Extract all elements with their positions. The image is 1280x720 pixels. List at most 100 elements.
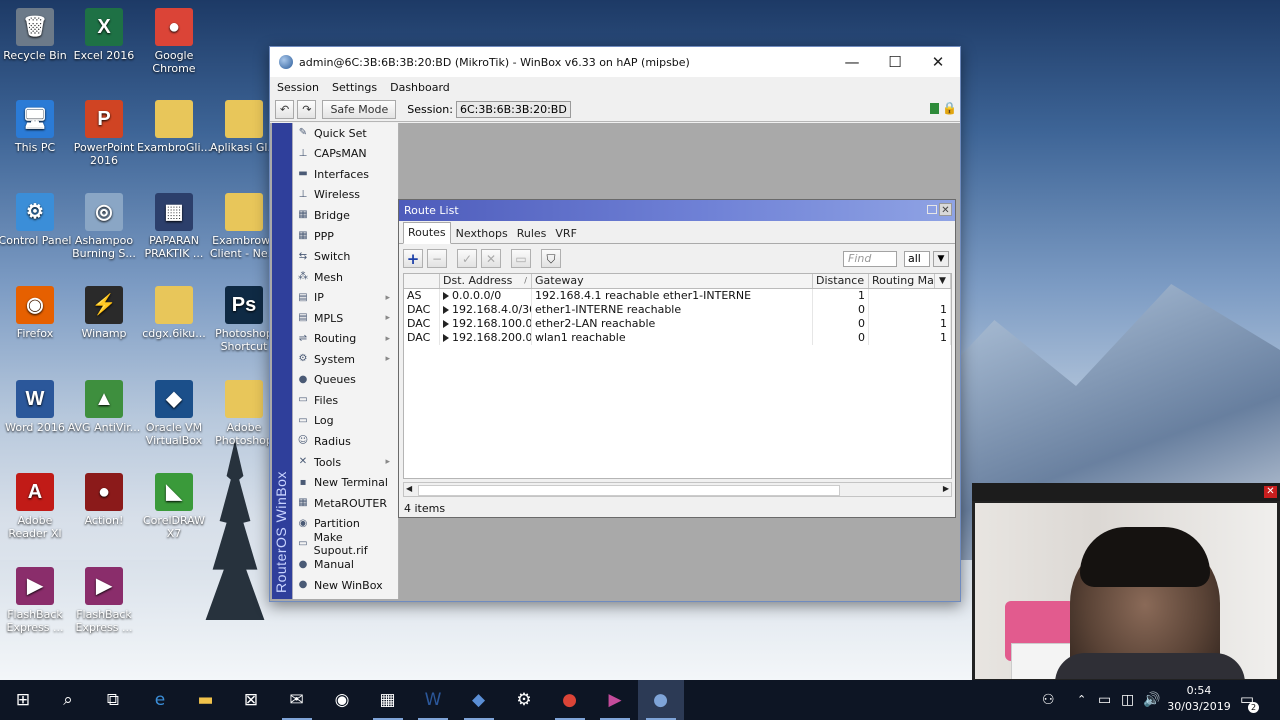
chrome-taskbar-icon[interactable]: ● bbox=[547, 680, 593, 720]
sidebar-item[interactable]: ✎ Quick Set bbox=[293, 123, 398, 144]
safe-mode-button[interactable]: Safe Mode bbox=[322, 99, 397, 119]
desktop-icon[interactable]: ◉ Firefox bbox=[0, 286, 73, 340]
sidebar-item[interactable]: ▭ Log bbox=[293, 411, 398, 432]
columns-menu-icon[interactable]: ▼ bbox=[935, 274, 951, 288]
desktop-icon[interactable]: ⚙ Control Panel bbox=[0, 193, 73, 247]
people-icon[interactable]: ⚇ bbox=[1042, 680, 1055, 720]
scrollbar-thumb[interactable] bbox=[418, 485, 840, 496]
desktop-icon[interactable]: cdgx.6iku... bbox=[136, 286, 212, 340]
chevron-up-icon[interactable]: ⌃ bbox=[1077, 680, 1086, 720]
sidebar-item[interactable]: ● Manual bbox=[293, 554, 398, 575]
sidebar-item[interactable]: ⚙ System ▸ bbox=[293, 349, 398, 370]
sidebar-item[interactable]: ▦ PPP bbox=[293, 226, 398, 247]
sidebar-item[interactable]: ⊥ Wireless bbox=[293, 185, 398, 206]
desktop-icon[interactable]: X Excel 2016 bbox=[66, 8, 142, 62]
sidebar-item[interactable]: ▤ MPLS ▸ bbox=[293, 308, 398, 329]
sidebar-item[interactable]: ⇆ Switch bbox=[293, 246, 398, 267]
desktop-icon[interactable]: ◆ Oracle VM VirtualBox bbox=[136, 380, 212, 447]
tab-routes[interactable]: Routes bbox=[403, 222, 451, 244]
tab-nexthops[interactable]: Nexthops bbox=[452, 225, 512, 243]
desktop-icon[interactable]: ● Action! bbox=[66, 473, 142, 527]
sidebar-item[interactable]: ⊥ CAPsMAN bbox=[293, 144, 398, 165]
desktop-icon[interactable]: ◣ CorelDRAW X7 bbox=[136, 473, 212, 540]
desktop-icon[interactable]: ◎ Ashampoo Burning S... bbox=[66, 193, 142, 260]
desktop-icon[interactable]: 🗑 Recycle Bin bbox=[0, 8, 73, 62]
tab-vrf[interactable]: VRF bbox=[551, 225, 581, 243]
file-explorer-taskbar-icon[interactable]: ▬ bbox=[183, 680, 229, 720]
desktop-icon[interactable]: ⚡ Winamp bbox=[66, 286, 142, 340]
edge-taskbar-icon[interactable]: e bbox=[137, 680, 183, 720]
column-routing-mark[interactable]: Routing Mark bbox=[869, 274, 935, 288]
window-titlebar[interactable]: admin@6C:3B:6B:3B:20:BD (MikroTik) - Win… bbox=[270, 47, 960, 77]
desktop-icon[interactable]: P PowerPoint 2016 bbox=[66, 100, 142, 167]
desktop-icon[interactable]: ExambroGli... bbox=[136, 100, 212, 154]
chevron-down-icon[interactable]: ▼ bbox=[933, 251, 949, 267]
film-taskbar-icon[interactable]: ▦ bbox=[365, 680, 411, 720]
scroll-right-icon[interactable]: ▶ bbox=[943, 484, 949, 493]
sidebar-item[interactable]: ▭ Files bbox=[293, 390, 398, 411]
comment-icon[interactable]: ▭ bbox=[511, 249, 531, 268]
task-view-icon[interactable]: ⧉ bbox=[90, 680, 136, 720]
menu-settings[interactable]: Settings bbox=[332, 81, 377, 94]
network-icon[interactable]: ◫ bbox=[1121, 680, 1134, 720]
sidebar-item[interactable]: ▬ Interfaces bbox=[293, 164, 398, 185]
route-list-maximize-button[interactable] bbox=[927, 205, 937, 214]
desktop-icon[interactable]: ▶ FlashBack Express ... bbox=[66, 567, 142, 634]
table-row[interactable]: AS 0.0.0.0/0 192.168.4.1 reachable ether1-… bbox=[404, 289, 951, 303]
settings-taskbar-icon[interactable]: ⚙ bbox=[501, 680, 547, 720]
webcam-header[interactable]: ✕ bbox=[972, 483, 1280, 501]
column-dst-address[interactable]: Dst. Address / bbox=[440, 274, 532, 288]
column-gateway[interactable]: Gateway bbox=[532, 274, 813, 288]
mail-taskbar-icon[interactable]: ✉ bbox=[274, 680, 320, 720]
minimize-button[interactable]: — bbox=[830, 47, 874, 77]
column-flags[interactable] bbox=[404, 274, 440, 288]
store-taskbar-icon[interactable]: ⊠ bbox=[228, 680, 274, 720]
desktop-icon[interactable]: A Adobe Reader XI bbox=[0, 473, 73, 540]
sidebar-item[interactable]: ▭ Make Supout.rif bbox=[293, 531, 398, 557]
sidebar-item[interactable]: ⇌ Routing ▸ bbox=[293, 328, 398, 349]
disable-icon[interactable]: ✕ bbox=[481, 249, 501, 268]
menu-dashboard[interactable]: Dashboard bbox=[390, 81, 450, 94]
desktop-icon[interactable]: ▶ FlashBack Express ... bbox=[0, 567, 73, 634]
sidebar-item[interactable]: ✕ Tools ▸ bbox=[293, 452, 398, 473]
desktop-icon[interactable]: ● Google Chrome bbox=[136, 8, 212, 75]
route-list-close-button[interactable]: ✕ bbox=[939, 203, 952, 216]
sidebar-item[interactable]: ▪ New Terminal bbox=[293, 472, 398, 493]
desktop-icon[interactable]: 🖥 This PC bbox=[0, 100, 73, 154]
redo-button[interactable]: ↷ bbox=[297, 99, 317, 119]
filter-select[interactable]: all bbox=[904, 251, 930, 267]
route-list-titlebar[interactable]: Route List ✕ bbox=[399, 200, 955, 221]
add-icon[interactable]: + bbox=[403, 249, 423, 268]
desktop-icon[interactable]: ▲ AVG AntiVir... bbox=[66, 380, 142, 434]
enable-icon[interactable]: ✓ bbox=[457, 249, 477, 268]
maximize-button[interactable]: ☐ bbox=[873, 47, 917, 77]
webcam-close-button[interactable]: ✕ bbox=[1264, 486, 1277, 498]
sidebar-item[interactable]: ▦ MetaROUTER bbox=[293, 493, 398, 514]
find-input[interactable]: Find bbox=[843, 251, 897, 267]
flashback-taskbar-icon[interactable]: ▶ bbox=[592, 680, 638, 720]
horizontal-scrollbar[interactable]: ◀ ▶ bbox=[403, 482, 952, 497]
desktop-icon[interactable]: ▦ PAPARAN PRAKTIK ... bbox=[136, 193, 212, 260]
remove-icon[interactable]: − bbox=[427, 249, 447, 268]
sidebar-item[interactable]: ⁂ Mesh bbox=[293, 267, 398, 288]
sidebar-item[interactable]: ▦ Bridge bbox=[293, 205, 398, 226]
column-distance[interactable]: Distance bbox=[813, 274, 869, 288]
battery-icon[interactable]: ▭ bbox=[1098, 680, 1111, 720]
desktop-icon[interactable]: W Word 2016 bbox=[0, 380, 73, 434]
filter-icon[interactable]: ⛉ bbox=[541, 249, 561, 268]
winbox-taskbar-icon[interactable]: ● bbox=[637, 680, 684, 720]
sidebar-item[interactable]: ▤ IP ▸ bbox=[293, 287, 398, 308]
undo-button[interactable]: ↶ bbox=[275, 99, 295, 119]
start-icon[interactable]: ⊞ bbox=[0, 680, 46, 720]
table-row[interactable]: DAC 192.168.100.0...ether2-LAN reachable0… bbox=[404, 317, 951, 331]
virtualbox-taskbar-icon[interactable]: ◆ bbox=[456, 680, 502, 720]
sidebar-item[interactable]: ● Queues bbox=[293, 370, 398, 391]
camera-taskbar-icon[interactable]: ◉ bbox=[319, 680, 365, 720]
sidebar-item[interactable]: ☺ Radius bbox=[293, 431, 398, 452]
search-icon[interactable]: ⌕ bbox=[45, 680, 91, 720]
close-button[interactable]: ✕ bbox=[916, 47, 960, 77]
menu-session[interactable]: Session bbox=[277, 81, 319, 94]
table-row[interactable]: DAC 192.168.4.0/30 ether1-INTERNE reachabl… bbox=[404, 303, 951, 317]
sidebar-item[interactable]: ● New WinBox bbox=[293, 575, 398, 596]
volume-icon[interactable]: 🔊 bbox=[1143, 680, 1160, 720]
